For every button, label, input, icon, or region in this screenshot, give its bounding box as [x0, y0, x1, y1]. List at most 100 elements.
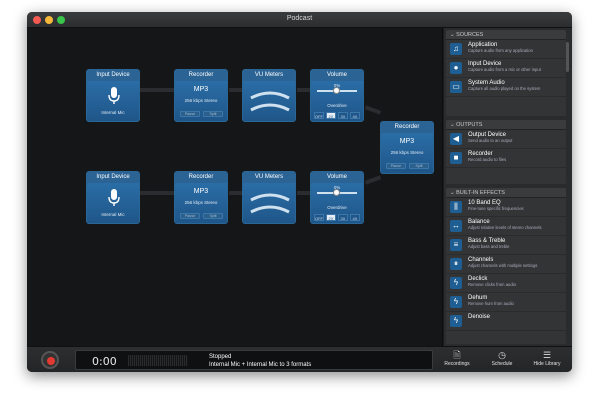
effects-header[interactable]: ⌄ BUILT-IN EFFECTS	[446, 188, 566, 198]
recordings-button[interactable]: 🗎 Recordings	[437, 349, 477, 371]
item-desc: Remove hum from audio	[468, 301, 514, 306]
quality-label: 256 kbps Stereo	[184, 98, 218, 103]
summary-text: Internal Mic + Internal Mic to 3 formats	[209, 362, 312, 368]
status-display: 0:00 Stopped Internal Mic + Internal Mic…	[75, 350, 433, 370]
node-title: Input Device	[87, 172, 139, 183]
split-button[interactable]: Split	[409, 163, 429, 169]
effect-item-declick[interactable]: ϟ Declick Remove clicks from audio	[446, 274, 566, 293]
vu-meter-icon	[250, 193, 290, 214]
overdrive-2x[interactable]: 2X	[326, 112, 336, 119]
node-title: VU Meters	[243, 70, 295, 81]
sidebar-scrollbar[interactable]	[566, 42, 569, 72]
overdrive-4x[interactable]: 4X	[350, 112, 360, 119]
input-device-node[interactable]: Input Device Internal Mic	[86, 171, 140, 224]
volume-slider-knob[interactable]	[333, 87, 340, 94]
schedule-button[interactable]: ◷ Schedule	[482, 349, 522, 371]
source-item-input-device[interactable]: ● Input Device Capture audio from a mic …	[446, 59, 566, 78]
overdrive-label: Overdrive	[327, 103, 347, 108]
effect-item-10-band-eq[interactable]: ⫼ 10 Band EQ Fine-tune specific frequenc…	[446, 198, 566, 217]
wire	[297, 191, 311, 195]
effect-item-bass-treble[interactable]: ≡ Bass & Treble Adjust bass and treble	[446, 236, 566, 255]
app-window: Podcast Input Device Internal Mic Record…	[27, 12, 572, 372]
sources-section: ⌄ SOURCES ♫ Application Capture audio fr…	[446, 30, 566, 116]
node-title: Volume	[311, 172, 363, 183]
format-label: MP3	[193, 86, 209, 93]
node-title: Input Device	[87, 70, 139, 81]
vu-meters-node[interactable]: VU Meters	[242, 69, 296, 122]
lightning-icon: ϟ	[450, 296, 462, 308]
vu-meters-node[interactable]: VU Meters	[242, 171, 296, 224]
item-desc: Adjust relative levels of stereo channel…	[468, 225, 542, 230]
effect-item-denoise[interactable]: ϟ Denoise	[446, 312, 566, 331]
item-desc: Send audio to an output	[468, 138, 513, 143]
microphone-icon	[108, 87, 120, 104]
transport-bar: 0:00 Stopped Internal Mic + Internal Mic…	[27, 346, 572, 372]
volume-slider-knob[interactable]	[333, 189, 340, 196]
list-icon: ☰	[542, 350, 552, 360]
button-label: Schedule	[491, 361, 513, 367]
format-label: MP3	[399, 138, 415, 145]
record-button[interactable]	[41, 351, 59, 369]
wire	[297, 88, 311, 92]
wire	[229, 191, 243, 195]
button-label: Hide Library	[533, 361, 561, 367]
output-item-output-device[interactable]: ◀ Output Device Send audio to an output	[446, 130, 566, 149]
effect-item-dehum[interactable]: ϟ Dehum Remove hum from audio	[446, 293, 566, 312]
overdrive-3x[interactable]: 3X	[338, 112, 348, 119]
effect-item-balance[interactable]: ↔ Balance Adjust relative levels of ster…	[446, 217, 566, 236]
speaker-icon: ◀	[450, 133, 462, 145]
channels-icon: ⏸	[450, 258, 462, 270]
pause-button[interactable]: Pause	[180, 111, 200, 117]
hide-library-button[interactable]: ☰ Hide Library	[527, 349, 567, 371]
microphone-icon	[108, 189, 120, 206]
node-title: Recorder	[175, 70, 227, 81]
output-item-recorder[interactable]: ■ Recorder Record audio to files	[446, 149, 566, 168]
node-title: Recorder	[175, 172, 227, 183]
button-label: Recordings	[444, 361, 470, 367]
elapsed-time: 0:00	[92, 355, 117, 368]
item-title: Denoise	[468, 314, 491, 320]
recorder-node[interactable]: Recorder MP3 256 kbps Stereo Pause Split	[174, 69, 228, 122]
item-desc: Capture all audio played on the system	[468, 86, 541, 91]
effects-section: ⌄ BUILT-IN EFFECTS ⫼ 10 Band EQ Fine-tun…	[446, 188, 566, 344]
quality-label: 256 kbps Stereo	[184, 200, 218, 205]
source-item-application[interactable]: ♫ Application Capture audio from any app…	[446, 40, 566, 59]
pause-button[interactable]: Pause	[180, 213, 200, 219]
overdrive-label: Overdrive	[327, 205, 347, 210]
item-desc: Capture audio from a mic or other input	[468, 67, 541, 72]
overdrive-off[interactable]: OFF	[314, 214, 324, 221]
document-icon: 🗎	[453, 350, 461, 360]
monitor-icon: ▭	[450, 81, 462, 93]
sources-header[interactable]: ⌄ SOURCES	[446, 30, 566, 40]
outputs-header[interactable]: ⌄ OUTPUTS	[446, 120, 566, 130]
wire	[139, 191, 175, 195]
effect-item-channels[interactable]: ⏸ Channels Adjust channels with multiple…	[446, 255, 566, 274]
record-dot-icon	[47, 357, 55, 365]
overdrive-2x[interactable]: 2X	[326, 214, 336, 221]
split-button[interactable]: Split	[203, 111, 223, 117]
wire	[139, 88, 175, 92]
overdrive-3x[interactable]: 3X	[338, 214, 348, 221]
overdrive-4x[interactable]: 4X	[350, 214, 360, 221]
quality-label: 256 kbps Stereo	[390, 150, 424, 155]
pipeline-canvas: Input Device Internal Mic Recorder MP3 2…	[27, 28, 443, 357]
input-device-node[interactable]: Input Device Internal Mic	[86, 69, 140, 122]
item-desc: Capture audio from any application	[468, 48, 533, 53]
merged-recorder-node[interactable]: Recorder MP3 256 kbps Stereo Pause Split	[380, 121, 434, 174]
item-desc: Fine-tune specific frequencies	[468, 206, 524, 211]
item-desc: Record audio to files	[468, 157, 507, 162]
balance-icon: ↔	[450, 220, 462, 232]
volume-node[interactable]: Volume 0% Overdrive OFF 2X 3X 4X	[310, 69, 364, 122]
vu-meter-icon	[250, 91, 290, 112]
recorder-node[interactable]: Recorder MP3 256 kbps Stereo Pause Split	[174, 171, 228, 224]
node-title: Volume	[311, 70, 363, 81]
format-label: MP3	[193, 188, 209, 195]
overdrive-off[interactable]: OFF	[314, 112, 324, 119]
outputs-section: ⌄ OUTPUTS ◀ Output Device Send audio to …	[446, 120, 566, 184]
volume-node[interactable]: Volume 0% Overdrive OFF 2X 3X 4X	[310, 171, 364, 224]
node-title: VU Meters	[243, 172, 295, 183]
source-item-system-audio[interactable]: ▭ System Audio Capture all audio played …	[446, 78, 566, 97]
split-button[interactable]: Split	[203, 213, 223, 219]
item-desc: Adjust channels with multiple settings	[468, 263, 538, 268]
pause-button[interactable]: Pause	[386, 163, 406, 169]
